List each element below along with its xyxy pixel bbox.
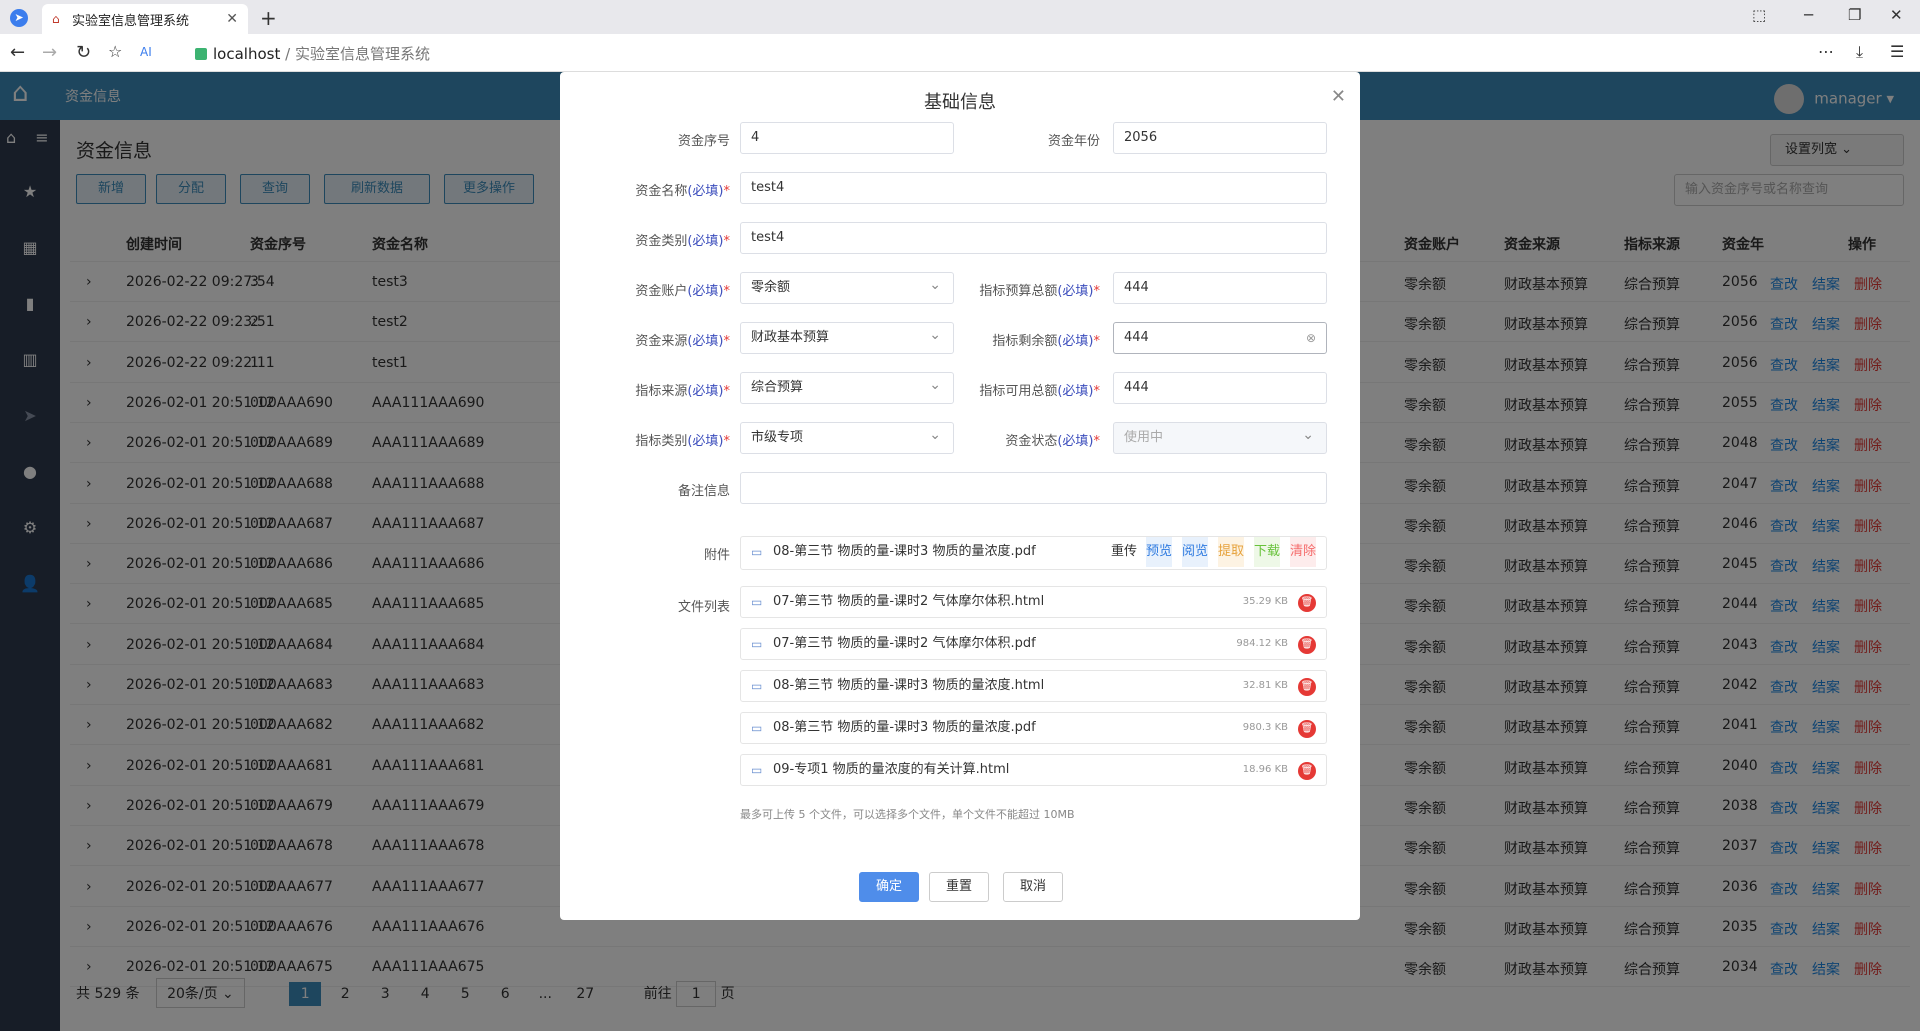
seq-label: 资金序号 [677, 134, 730, 149]
file-name[interactable]: 08-第三节 物质的量-课时3 物质的量浓度.html [773, 671, 1044, 701]
delete-file-icon[interactable]: 🗑 [1298, 720, 1316, 738]
back-icon[interactable]: ← [10, 42, 25, 63]
name-label: 资金名称(必填)* [635, 184, 730, 199]
file-icon: ▭ [751, 637, 763, 651]
index-type-label: 指标类别(必填)* [635, 434, 730, 449]
clear-link[interactable]: 清除 [1290, 537, 1317, 567]
file-item[interactable]: ▭ 08-第三节 物质的量-课时3 物质的量浓度.html 32.81 KB 🗑 [740, 670, 1327, 702]
file-item[interactable]: ▭ 07-第三节 物质的量-课时2 气体摩尔体积.pdf 984.12 KB 🗑 [740, 628, 1327, 660]
type-label: 资金类别(必填)* [635, 234, 730, 249]
file-size: 35.29 KB [1242, 596, 1288, 607]
source-label: 资金来源(必填)* [635, 334, 730, 349]
file-item[interactable]: ▭ 09-专项1 物质的量浓度的有关计算.html 18.96 KB 🗑 [740, 754, 1327, 786]
attach-label: 附件 [703, 548, 730, 563]
account-label: 资金账户(必填)* [635, 284, 730, 299]
upload-hint: 最多可上传 5 个文件，可以选择多个文件，单个文件不能超过 10MB [740, 808, 1075, 821]
file-icon: ▭ [751, 545, 763, 559]
file-icon: ▭ [751, 679, 763, 693]
basic-info-dialog: 基础信息 ✕ 资金序号 4 资金年份 2056 资金名称(必填)* test4 … [560, 72, 1360, 920]
confirm-button[interactable]: 确定 [859, 872, 919, 902]
browser-tab[interactable]: ⌂ 实验室信息管理系统 ✕ [42, 4, 248, 34]
forward-icon[interactable]: → [42, 42, 57, 63]
year-input[interactable]: 2056 [1113, 122, 1327, 154]
file-icon: ▭ [751, 595, 763, 609]
dialog-title: 基础信息 [924, 92, 996, 113]
delete-file-icon[interactable]: 🗑 [1298, 594, 1316, 612]
close-window-icon[interactable]: ✕ [1890, 6, 1903, 24]
file-name[interactable]: 07-第三节 物质的量-课时2 气体摩尔体积.pdf [773, 629, 1036, 659]
index-source-select[interactable]: 综合预算 [740, 370, 954, 404]
avail-input[interactable]: 444 [1113, 372, 1327, 404]
file-size: 32.81 KB [1242, 680, 1288, 691]
restore-icon[interactable]: ❐ [1848, 6, 1861, 24]
file-icon: ▭ [751, 763, 763, 777]
type-input[interactable]: test4 [740, 222, 1327, 254]
delete-file-icon[interactable]: 🗑 [1298, 678, 1316, 696]
status-select: 使用中 [1113, 420, 1327, 454]
favorite-star-icon[interactable]: ☆ [108, 42, 122, 61]
file-icon: ▭ [751, 721, 763, 735]
seq-input[interactable]: 4 [740, 122, 954, 154]
cancel-button[interactable]: 取消 [1003, 872, 1063, 902]
attachment-row: ▭ 08-第三节 物质的量-课时3 物质的量浓度.pdf 重传 预览 阅览 提取… [740, 536, 1327, 570]
file-item[interactable]: ▭ 07-第三节 物质的量-课时2 气体摩尔体积.html 35.29 KB 🗑 [740, 586, 1327, 618]
file-size: 18.96 KB [1242, 764, 1288, 775]
avail-label: 指标可用总额(必填)* [979, 384, 1100, 399]
clear-icon[interactable]: ⊗ [1306, 323, 1316, 353]
tab-title: 实验室信息管理系统 [72, 13, 190, 29]
more-dots-icon[interactable]: ⋯ [1818, 42, 1834, 61]
delete-file-icon[interactable]: 🗑 [1298, 762, 1316, 780]
menu-icon[interactable]: ☰ [1890, 42, 1904, 61]
pin-icon[interactable]: ⬚ [1752, 6, 1766, 24]
remain-input[interactable]: 444 ⊗ [1113, 322, 1327, 354]
index-type-select[interactable]: 市级专项 [740, 420, 954, 454]
url-field[interactable]: localhost / 实验室信息管理系统 [195, 43, 430, 64]
download-link[interactable]: 下载 [1254, 537, 1281, 567]
secure-shield-icon [195, 48, 207, 60]
remark-label: 备注信息 [677, 484, 730, 499]
file-name[interactable]: 09-专项1 物质的量浓度的有关计算.html [773, 755, 1009, 785]
read-link[interactable]: 阅览 [1182, 537, 1209, 567]
file-name[interactable]: 08-第三节 物质的量-课时3 物质的量浓度.pdf [773, 713, 1036, 743]
ai-icon[interactable]: AI [140, 45, 152, 59]
attachment-name[interactable]: 08-第三节 物质的量-课时3 物质的量浓度.pdf [773, 537, 1036, 567]
minimize-icon[interactable]: ─ [1804, 6, 1813, 24]
download-icon[interactable]: ⤓ [1856, 42, 1863, 62]
close-icon[interactable]: ✕ [1331, 86, 1346, 107]
remark-input[interactable] [740, 472, 1327, 504]
preview-link[interactable]: 预览 [1146, 537, 1173, 567]
close-tab-icon[interactable]: ✕ [226, 11, 238, 27]
budget-label: 指标预算总额(必填)* [979, 284, 1100, 299]
browser-tab-strip: ➤ ⌂ 实验室信息管理系统 ✕ + ⬚ ─ ❐ ✕ [0, 0, 1920, 34]
file-name[interactable]: 07-第三节 物质的量-课时2 气体摩尔体积.html [773, 587, 1044, 617]
account-select[interactable]: 零余额 [740, 270, 954, 304]
status-label: 资金状态(必填)* [1005, 434, 1100, 449]
address-bar: ← → ↻ ☆ AI localhost / 实验室信息管理系统 ⋯ ⤓ ☰ [0, 34, 1920, 72]
browser-app-icon[interactable]: ➤ [10, 9, 28, 27]
source-select[interactable]: 财政基本预算 [740, 320, 954, 354]
file-size: 980.3 KB [1242, 722, 1288, 733]
files-label: 文件列表 [677, 600, 730, 615]
year-label: 资金年份 [1047, 134, 1100, 149]
extract-link[interactable]: 提取 [1218, 537, 1245, 567]
new-tab-icon[interactable]: + [260, 6, 277, 30]
remain-label: 指标剩余额(必填)* [992, 334, 1100, 349]
name-input[interactable]: test4 [740, 172, 1327, 204]
file-size: 984.12 KB [1236, 638, 1288, 649]
reupload-link[interactable]: 重传 [1111, 537, 1137, 567]
url-host: localhost [213, 45, 281, 63]
site-favicon-icon: ⌂ [52, 12, 60, 26]
reload-icon[interactable]: ↻ [76, 42, 91, 63]
file-item[interactable]: ▭ 08-第三节 物质的量-课时3 物质的量浓度.pdf 980.3 KB 🗑 [740, 712, 1327, 744]
reset-button[interactable]: 重置 [929, 872, 989, 902]
url-path: / 实验室信息管理系统 [285, 45, 430, 63]
delete-file-icon[interactable]: 🗑 [1298, 636, 1316, 654]
budget-input[interactable]: 444 [1113, 272, 1327, 304]
index-source-label: 指标来源(必填)* [635, 384, 730, 399]
